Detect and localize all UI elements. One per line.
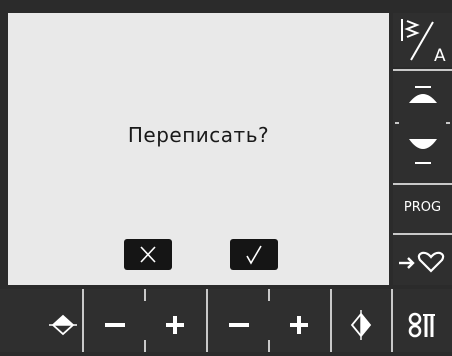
mirror-vertical-button[interactable] <box>0 289 82 352</box>
dialog-message: Переписать? <box>127 123 270 147</box>
lcd-screen: Переписать? <box>8 13 389 285</box>
tools-icon <box>408 312 435 338</box>
cancel-button[interactable] <box>124 239 172 270</box>
bottom-toolbar <box>0 289 452 352</box>
plus-icon <box>166 316 184 334</box>
stitch-alphabet-button[interactable]: A <box>393 13 452 67</box>
length-adjust-group <box>208 289 330 352</box>
width-minus-button[interactable] <box>84 289 144 352</box>
scroll-down-button[interactable] <box>393 125 452 183</box>
confirm-button[interactable] <box>230 239 278 270</box>
length-plus-button[interactable] <box>270 289 330 352</box>
minus-icon <box>229 323 249 327</box>
width-plus-button[interactable] <box>146 289 206 352</box>
arc-down-icon <box>409 139 437 164</box>
width-adjust-group <box>84 289 206 352</box>
arrow-heart-icon <box>399 251 445 273</box>
close-icon <box>140 246 156 263</box>
arc-up-icon <box>395 86 450 124</box>
mirror-vertical-icon <box>49 314 77 336</box>
length-minus-button[interactable] <box>208 289 268 352</box>
machine-panel: Переписать? A PROG <box>0 0 452 352</box>
prog-button[interactable]: PROG <box>393 185 452 233</box>
checkmark-icon <box>246 245 262 265</box>
settings-button[interactable] <box>393 289 452 352</box>
favorites-button[interactable] <box>393 235 452 285</box>
plus-icon <box>290 316 308 334</box>
prog-label: PROG <box>403 200 442 215</box>
minus-icon <box>105 323 125 327</box>
right-toolbar: A PROG <box>393 13 452 285</box>
mirror-horizontal-icon <box>350 310 372 340</box>
scroll-up-button[interactable] <box>393 71 452 125</box>
mirror-horizontal-button[interactable] <box>332 289 391 352</box>
stitch-alphabet-icon: A <box>401 19 446 66</box>
svg-text:A: A <box>434 46 446 66</box>
